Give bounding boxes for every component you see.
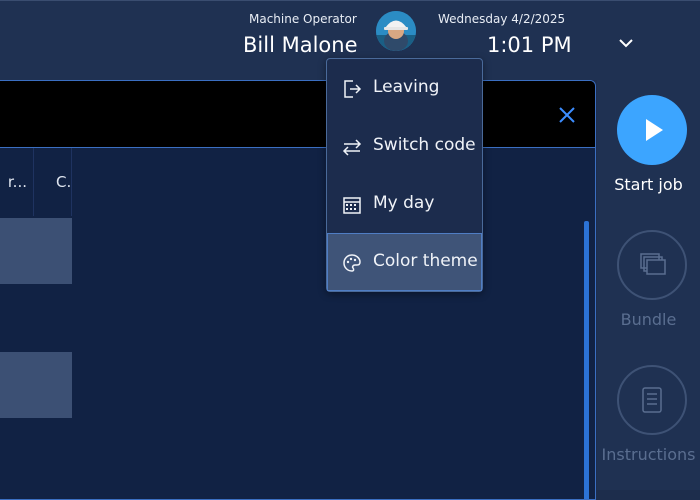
menu-item-color-theme[interactable]: Color theme <box>327 233 482 291</box>
menu-item-leaving[interactable]: Leaving <box>327 59 482 117</box>
user-role: Machine Operator <box>249 12 357 26</box>
user-name[interactable]: Bill Malone <box>243 33 358 57</box>
menu-item-label: My day <box>373 193 435 213</box>
current-time: 1:01 PM <box>487 33 572 57</box>
sign-out-icon <box>341 78 363 100</box>
bundle-label: Bundle <box>620 310 677 329</box>
menu-item-my-day[interactable]: My day <box>327 175 482 233</box>
start-job-button[interactable]: Start job <box>597 95 700 205</box>
table-row[interactable] <box>0 352 72 418</box>
menu-item-switch-code[interactable]: Switch code <box>327 117 482 175</box>
table-row[interactable] <box>0 218 72 284</box>
close-icon[interactable] <box>557 105 577 125</box>
scrollbar[interactable] <box>584 221 589 499</box>
main-panel: r... C. <box>0 80 596 500</box>
bundle-button[interactable]: Bundle <box>597 230 700 340</box>
current-date: Wednesday 4/2/2025 <box>438 12 566 26</box>
swap-arrows-icon <box>341 136 363 158</box>
chevron-down-icon[interactable] <box>616 35 636 51</box>
bundle-icon <box>617 230 687 300</box>
action-sidebar: Start job Bundle Instructions <box>597 80 700 490</box>
instructions-button[interactable]: Instructions <box>597 365 700 475</box>
menu-item-label: Leaving <box>373 77 440 97</box>
palette-icon <box>341 252 363 274</box>
menu-item-label: Color theme <box>373 251 478 271</box>
avatar[interactable] <box>376 11 416 51</box>
search-bar[interactable] <box>0 81 595 148</box>
start-job-label: Start job <box>614 175 683 194</box>
document-icon <box>617 365 687 435</box>
play-icon <box>617 95 687 165</box>
calendar-icon <box>341 194 363 216</box>
column-header[interactable]: C. <box>34 148 72 216</box>
table-header: r... C. <box>0 148 72 216</box>
column-header[interactable]: r... <box>0 148 34 216</box>
user-menu: Leaving Switch code My day Color theme <box>326 58 483 292</box>
menu-item-label: Switch code <box>373 135 476 155</box>
instructions-label: Instructions <box>601 445 696 464</box>
